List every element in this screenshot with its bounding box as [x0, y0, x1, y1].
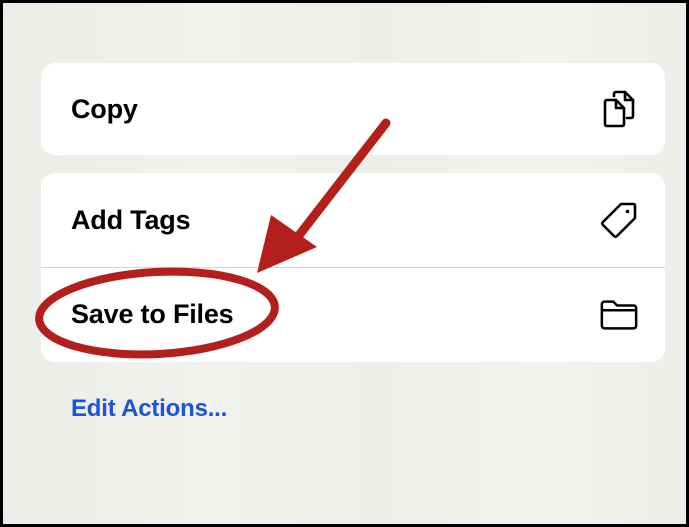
save-to-files-action[interactable]: Save to Files [41, 267, 665, 362]
save-to-files-label: Save to Files [71, 299, 234, 329]
tag-icon [599, 200, 639, 240]
folder-icon [599, 295, 639, 335]
copy-action[interactable]: Copy [41, 63, 665, 155]
copy-icon [599, 89, 639, 129]
edit-actions-link[interactable]: Edit Actions... [71, 395, 227, 423]
copy-card: Copy [41, 63, 665, 155]
add-tags-action[interactable]: Add Tags [41, 173, 665, 267]
actions-card: Add Tags Save to Files [41, 173, 665, 362]
action-sheet: Copy Add Tags Save to Files Edit Actions… [0, 0, 689, 527]
add-tags-label: Add Tags [71, 204, 191, 235]
copy-label: Copy [71, 93, 138, 124]
